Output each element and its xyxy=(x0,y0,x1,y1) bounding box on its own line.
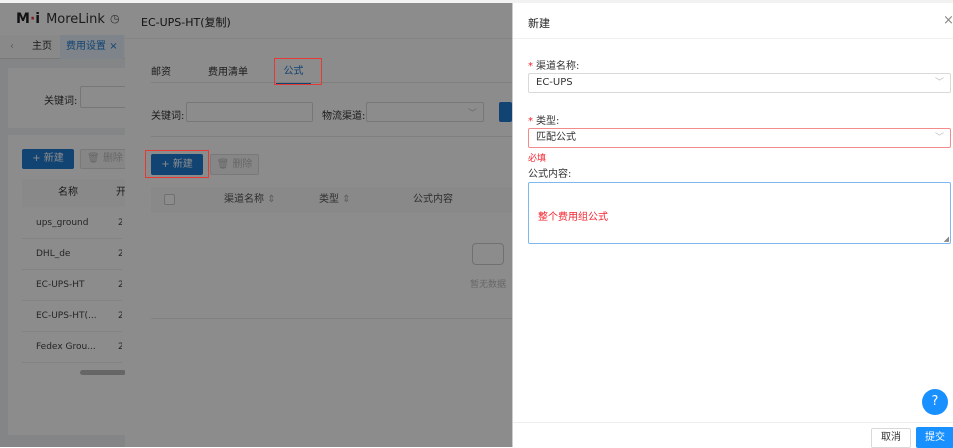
label-text: 渠道名称: xyxy=(536,61,580,72)
chevron-down-icon: ﹀ xyxy=(934,78,944,88)
type-field-label: * 类型: xyxy=(528,116,560,127)
modal-mask[interactable] xyxy=(0,3,512,447)
cancel-button[interactable]: 取消 xyxy=(871,428,911,448)
select-value: EC-UPS xyxy=(536,77,573,88)
type-error-text: 必填 xyxy=(528,154,547,164)
footer-divider xyxy=(513,422,953,423)
channel-field-label: * 渠道名称: xyxy=(528,61,580,72)
annotation-box-formula-tab xyxy=(274,58,322,85)
resize-handle-icon[interactable]: ◢ xyxy=(944,235,949,243)
select-value: 匹配公式 xyxy=(536,132,576,143)
formula-textarea[interactable]: 整个费用组公式 ◢ xyxy=(528,182,951,244)
formula-text: 整个费用组公式 xyxy=(538,212,608,223)
submit-button[interactable]: 提交 xyxy=(916,427,953,448)
type-select[interactable]: 匹配公式 ﹀ xyxy=(528,128,951,148)
chevron-down-icon: ﹀ xyxy=(934,133,944,143)
label-text: 类型: xyxy=(536,116,560,127)
formula-field-label: 公式内容: xyxy=(528,169,572,180)
close-icon[interactable]: × xyxy=(943,13,953,28)
channel-select[interactable]: EC-UPS ﹀ xyxy=(528,73,951,93)
divider xyxy=(513,38,953,39)
drawer-title: 新建 xyxy=(528,17,550,30)
help-icon[interactable]: ? xyxy=(922,389,948,415)
annotation-box-new-button xyxy=(145,150,209,178)
new-formula-drawer: 新建 × * 渠道名称: EC-UPS ﹀ * 类型: 匹配公式 ﹀ 必填 公式内容: … xyxy=(512,3,953,448)
